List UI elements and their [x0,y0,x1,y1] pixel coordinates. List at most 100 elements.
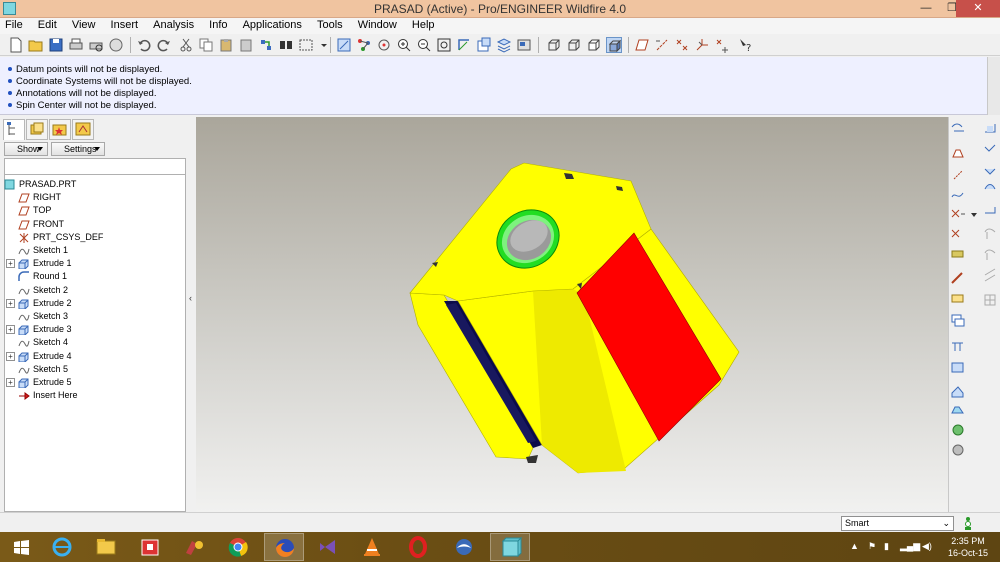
opera-icon[interactable] [398,533,438,561]
reorient-icon[interactable] [456,37,472,53]
proe-task[interactable] [490,533,530,561]
thicken-tool-icon[interactable] [984,268,996,282]
model-tree-node[interactable]: Round 1 [18,270,67,283]
volume-icon[interactable]: ◀) [922,541,932,552]
message-scrollbar[interactable] [987,57,1000,115]
collapse-arrow-icon[interactable]: ‹ [189,293,193,311]
spin-center-icon[interactable] [376,37,392,53]
chrome-icon[interactable] [218,533,258,561]
blend-tool-icon[interactable] [952,444,964,456]
model-tree-node[interactable]: FRONT [18,218,64,231]
revolve-tool-icon[interactable] [951,406,964,414]
start-icon[interactable] [2,533,42,561]
datum-points-toggle-icon[interactable] [674,37,690,53]
selection-filter-dropdown[interactable]: Smart ⌄ [841,516,954,531]
model-tree-node[interactable]: + Extrude 5 [6,376,72,389]
open-folder-icon[interactable] [28,37,44,53]
datum-planes-toggle-icon[interactable] [634,37,650,53]
pattern-tool-icon[interactable] [984,168,996,175]
more-tools-dropdown-icon[interactable] [971,213,977,217]
refit-icon[interactable] [436,37,452,53]
print-icon[interactable] [68,37,84,53]
visual-studio-icon[interactable] [308,533,348,561]
folder-browser-tab[interactable] [26,119,48,140]
menu-help[interactable]: Help [406,18,441,31]
hidden-line-icon[interactable] [566,37,582,53]
firefox-task[interactable] [264,533,304,561]
model-tree-node[interactable]: Sketch 4 [18,336,68,349]
annotations-toggle-icon[interactable] [714,37,730,53]
model-tree-node[interactable]: + Extrude 1 [6,257,72,270]
hole-tool-icon[interactable] [951,294,964,303]
trim-tool-icon[interactable] [984,228,996,239]
menu-tools[interactable]: Tools [311,18,349,31]
model-tree-node[interactable]: Sketch 2 [18,284,68,297]
datum-curve-tool-icon[interactable] [951,192,964,198]
expand-icon[interactable]: + [6,298,15,308]
paste-special-icon[interactable] [238,37,254,53]
explorer-icon[interactable] [86,533,126,561]
saved-views-icon[interactable] [476,37,492,53]
connections-tab[interactable] [72,119,94,140]
menu-window[interactable]: Window [352,18,403,31]
model-tree-tab[interactable] [3,119,25,140]
paint-icon[interactable] [174,533,214,561]
model-tree-node[interactable]: PRT_CSYS_DEF [19,231,103,244]
shell-tool-icon[interactable] [951,314,965,327]
redo-icon[interactable] [156,37,172,53]
wireframe-icon[interactable] [546,37,562,53]
solidify-tool-icon[interactable] [984,294,996,306]
model-tree-node[interactable]: Sketch 1 [18,244,68,257]
ie-icon[interactable] [42,533,82,561]
email-icon[interactable] [108,37,124,53]
battery-icon[interactable]: ▮ [884,541,889,552]
model-tree-node[interactable]: Sketch 3 [18,310,68,323]
menu-applications[interactable]: Applications [237,18,308,31]
rib-tool-icon[interactable] [952,342,963,351]
minimize-button[interactable]: — [913,0,939,17]
view-manager-icon[interactable] [516,37,532,53]
model-tree-node[interactable]: PRASAD.PRT [4,178,76,191]
tray-chevron-icon[interactable]: ▲ [850,541,859,551]
model-tree-node[interactable]: + Extrude 3 [6,323,72,336]
new-file-icon[interactable] [8,37,24,53]
select-dropdown-icon[interactable] [316,37,327,53]
no-hidden-icon[interactable] [586,37,602,53]
round-tool-icon[interactable] [951,272,963,284]
zoom-in-icon[interactable] [396,37,412,53]
orient-mode-icon[interactable] [356,37,372,53]
undo-icon[interactable] [136,37,152,53]
expand-icon[interactable]: + [6,351,15,361]
paste-icon[interactable] [218,37,234,53]
datum-axis-tool-icon[interactable] [952,149,964,158]
settings-dropdown[interactable]: Settings [51,142,105,156]
model-tree-node[interactable]: RIGHT [18,191,61,204]
mirror-tool-icon[interactable] [984,184,996,190]
menu-file[interactable]: File [0,18,29,31]
merge-tool-icon[interactable] [985,207,996,214]
menu-insert[interactable]: Insert [105,18,145,31]
sketch-tool-icon[interactable] [951,229,960,238]
favorites-tab[interactable] [49,119,71,140]
datum-axes-toggle-icon[interactable] [654,37,670,53]
extrude-tool-icon[interactable] [951,386,964,398]
edge-round-tool-icon[interactable] [985,124,996,133]
select-box-icon[interactable] [298,37,314,53]
panel-splitter[interactable]: ‹ [188,117,196,512]
csys-toggle-icon[interactable] [694,37,710,53]
offset-tool-icon[interactable] [984,249,996,260]
model-viewport[interactable] [196,117,948,512]
repaint-icon[interactable] [336,37,352,53]
expand-icon[interactable]: + [6,378,15,387]
expand-icon[interactable]: + [6,325,15,335]
model-tree-node[interactable]: + Extrude 2 [6,297,72,310]
datum-point-tool-icon[interactable] [953,170,963,180]
analysis-tool-icon[interactable] [951,250,964,258]
sweep-tool-icon[interactable] [952,424,964,436]
context-help-icon[interactable]: ? [738,37,754,54]
regenerate-icon[interactable] [258,37,274,53]
menu-edit[interactable]: Edit [32,18,63,31]
copy-icon[interactable] [198,37,214,53]
menu-analysis[interactable]: Analysis [147,18,200,31]
chamfer-tool-icon[interactable] [984,144,996,152]
